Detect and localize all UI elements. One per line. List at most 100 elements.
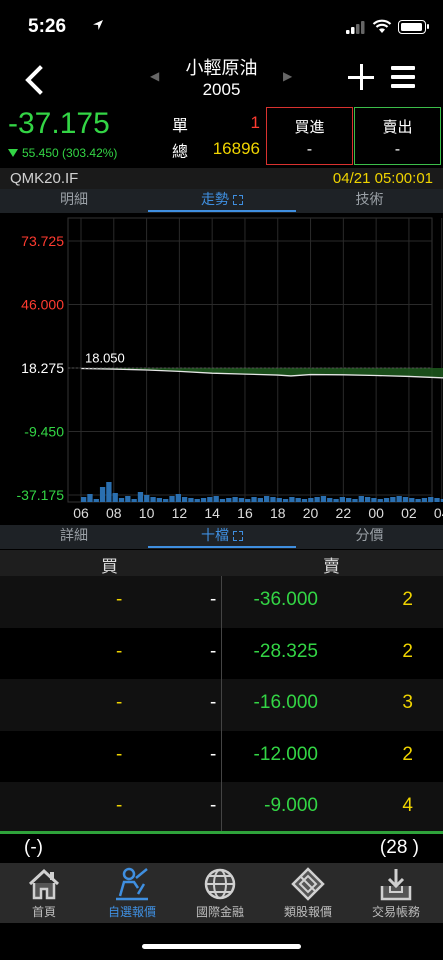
wifi-icon [372, 19, 392, 33]
contract-info-row: QMK20.IF 04/21 05:00:01 [0, 168, 443, 189]
volume-bar [421, 498, 428, 502]
buy-value: - [306, 140, 313, 158]
ask-volume: 4 [402, 795, 413, 816]
trade-account-icon [380, 869, 412, 901]
volume-bar [257, 498, 263, 502]
volume-bar [333, 499, 339, 502]
bid-volume: - [116, 589, 123, 610]
volume-bar [150, 497, 156, 502]
bid-volume: - [116, 640, 123, 662]
price-change-value: 55.450 (303.42%) [22, 146, 118, 160]
volume-bar [99, 487, 106, 502]
volume-bar [219, 499, 226, 502]
down-triangle-icon [8, 149, 18, 157]
bid-volume: - [116, 795, 123, 816]
contract-month: 2005 [202, 80, 241, 99]
sell-column-header: 賣 [323, 557, 340, 577]
volume-bar [263, 496, 270, 502]
x-tick-label: 20 [303, 505, 319, 521]
chart-tabs: 明細 走勢 技術 [0, 189, 443, 213]
volume-bar [93, 499, 99, 502]
volume-bar [415, 499, 421, 502]
tab-details[interactable]: 詳細 [0, 525, 148, 549]
x-tick-label: 00 [368, 505, 384, 521]
tab-technical[interactable]: 技術 [296, 189, 443, 213]
status-time: 5:26 [28, 16, 67, 37]
sector-icon [291, 867, 325, 901]
bid-price: - [210, 795, 217, 816]
volume-bar [308, 498, 314, 502]
x-tick-label: 12 [172, 505, 188, 521]
volume-bar [118, 498, 125, 502]
volume-bar [175, 494, 181, 502]
last-price: -37.175 [8, 107, 110, 140]
expand-icon[interactable] [233, 195, 243, 205]
tab-trend[interactable]: 走勢 [148, 189, 296, 213]
volume-bar [320, 496, 327, 502]
volume-bar [251, 497, 257, 502]
unit-volume-value: 1 [250, 113, 260, 132]
volume-bar [125, 496, 131, 502]
unit-volume-label: 單 [172, 116, 189, 135]
tab-detail[interactable]: 明細 [0, 189, 148, 213]
ask-volume: 2 [402, 743, 413, 765]
volume-bar [289, 497, 295, 502]
volume-bar [358, 496, 364, 502]
tab-trade-account[interactable]: 交易帳務 [352, 863, 440, 923]
y-tick-label: 73.725 [21, 233, 64, 249]
bid-price: - [210, 743, 217, 765]
x-tick-label: 02 [401, 505, 417, 521]
intraday-trend-chart[interactable]: 73.725 46.000 18.275 -9.450 -37.175 06 08 10 12 1… [0, 213, 443, 521]
orderbook-tabs: 詳細 十檔 分價 [0, 525, 443, 549]
bid-total: (-) [24, 837, 43, 858]
ask-total: (28 ) [379, 837, 419, 858]
y-tick-label: 46.000 [21, 297, 64, 313]
volume-bar [352, 499, 358, 502]
add-icon[interactable] [348, 64, 374, 90]
volume-bar [194, 499, 200, 502]
x-tick-label: 04 [434, 505, 443, 521]
volume-bar [112, 493, 118, 502]
tab-price-distribution[interactable]: 分價 [296, 525, 443, 549]
x-tick-label: 06 [73, 505, 89, 521]
sell-button[interactable]: 賣出 - [354, 107, 441, 165]
tab-ten-levels-label: 十檔 [201, 528, 229, 544]
volume-bar [226, 498, 232, 502]
volume-bar [428, 497, 434, 502]
next-contract-button[interactable]: ▶ [283, 69, 292, 83]
volume-bar [346, 498, 352, 502]
ask-price: -9.000 [264, 795, 318, 816]
volume-bar [270, 497, 276, 502]
sell-label: 賣出 [382, 118, 413, 136]
sell-value: - [394, 140, 401, 158]
tab-watchlist[interactable]: 自選報價 [88, 863, 176, 923]
price-change: 55.450 (303.42%) [8, 146, 117, 160]
volume-bar [364, 497, 371, 502]
x-tick-label: 16 [237, 505, 253, 521]
prev-contract-button[interactable]: ◀ [150, 69, 159, 83]
menu-icon[interactable] [391, 66, 415, 88]
ask-price: -16.000 [253, 692, 318, 713]
back-icon[interactable] [20, 62, 52, 98]
volume-bar [137, 492, 144, 502]
nav-bar: ◀ 小輕原油 2005 ▶ [0, 56, 443, 104]
tab-international[interactable]: 國際金融 [176, 863, 264, 923]
buy-button[interactable]: 買進 - [266, 107, 353, 165]
volume-bar [106, 482, 112, 502]
expand-icon[interactable] [233, 531, 243, 541]
ask-price: -28.325 [253, 640, 318, 662]
x-tick-label: 22 [336, 505, 352, 521]
tab-sector[interactable]: 類股報價 [264, 863, 352, 923]
tab-ten-levels[interactable]: 十檔 [148, 525, 296, 549]
tab-home[interactable]: 首頁 [0, 863, 88, 923]
volume-bar [181, 497, 188, 502]
bottom-tab-bar: 首頁 自選報價 國際金融 類股報價 交易帳務 [0, 863, 443, 923]
volume-bar [390, 497, 396, 502]
tab-trade-account-label: 交易帳務 [371, 905, 420, 919]
y-tick-label: 18.275 [21, 360, 64, 376]
watchlist-icon [116, 867, 148, 901]
location-arrow-icon [93, 20, 103, 30]
cellular-signal-icon [346, 21, 365, 34]
home-icon [28, 868, 60, 900]
orderbook-totals: (-) (28 ) [0, 835, 443, 863]
